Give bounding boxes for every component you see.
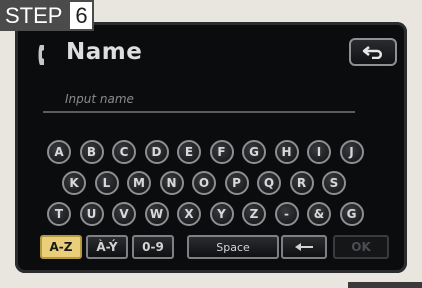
- key-d[interactable]: D: [144, 140, 169, 164]
- mode-a-z-button[interactable]: A-Z: [40, 235, 82, 259]
- key-p[interactable]: P: [224, 171, 249, 195]
- phone-handset-icon: [38, 45, 44, 65]
- key-x[interactable]: X: [177, 202, 201, 226]
- key-n[interactable]: N: [159, 171, 184, 195]
- key-c[interactable]: C: [112, 140, 136, 164]
- name-input-placeholder: Input name: [65, 92, 134, 106]
- key-a[interactable]: A: [47, 140, 71, 164]
- mode-digits-button[interactable]: 0-9: [132, 235, 174, 259]
- ok-button[interactable]: OK: [333, 235, 389, 259]
- step-number: 6: [68, 0, 95, 31]
- key-z[interactable]: Z: [242, 202, 266, 226]
- key-i[interactable]: I: [307, 140, 331, 164]
- key-h[interactable]: H: [274, 140, 299, 164]
- key-y[interactable]: Y: [209, 202, 234, 226]
- space-button[interactable]: Space: [187, 235, 279, 259]
- key-hyphen[interactable]: -: [274, 202, 299, 226]
- key-l[interactable]: L: [94, 171, 119, 195]
- key-w[interactable]: W: [144, 202, 169, 226]
- key-u[interactable]: U: [79, 202, 104, 226]
- key-g[interactable]: G: [242, 140, 266, 164]
- key-b[interactable]: B: [79, 140, 104, 164]
- screen-title: Name: [66, 39, 143, 65]
- key-row-3: T U V W X Y Z - & G: [15, 202, 407, 226]
- key-o[interactable]: O: [192, 171, 216, 195]
- key-t[interactable]: T: [47, 202, 71, 226]
- key-row-2: KLMNOPQRS: [15, 171, 407, 195]
- step-badge: STEP 6: [0, 0, 95, 31]
- key-k[interactable]: K: [62, 171, 86, 195]
- mode-accented-button[interactable]: À-Ý: [86, 235, 128, 259]
- back-button[interactable]: [349, 38, 397, 66]
- delete-button[interactable]: [281, 235, 327, 259]
- page-corner-mark: [348, 282, 422, 288]
- backspace-arrow-icon: [295, 243, 313, 251]
- key-r[interactable]: R: [289, 171, 314, 195]
- key-f[interactable]: F: [209, 140, 234, 164]
- key-v[interactable]: V: [112, 202, 136, 226]
- name-input[interactable]: Input name: [43, 91, 355, 113]
- nav-screen: Name Input name ABCDEFGHIJ KLMNOPQRS TUV…: [15, 22, 407, 273]
- return-arrow-icon: [362, 46, 382, 59]
- key-s[interactable]: S: [322, 171, 346, 195]
- key-m[interactable]: M: [127, 171, 151, 195]
- key-j[interactable]: J: [339, 140, 364, 164]
- key-ampersand[interactable]: &: [307, 202, 331, 226]
- key-q[interactable]: Q: [257, 171, 281, 195]
- key-row-1: ABCDEFGHIJ: [15, 140, 407, 164]
- key-g[interactable]: G: [339, 202, 364, 226]
- input-underline: [43, 111, 355, 113]
- key-e[interactable]: E: [177, 140, 201, 164]
- step-label: STEP: [0, 0, 69, 31]
